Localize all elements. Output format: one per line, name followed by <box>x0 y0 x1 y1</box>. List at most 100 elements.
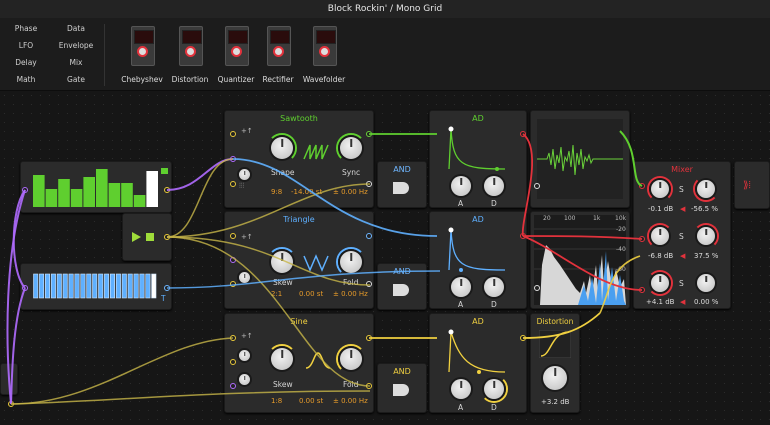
mixer-pan-knob-2[interactable] <box>697 227 715 245</box>
trigger-step[interactable] <box>92 273 98 299</box>
step-bar[interactable] <box>146 171 158 207</box>
mixer-pan-value-2[interactable]: 37.5 % <box>694 252 718 260</box>
fm-knob[interactable] <box>239 350 250 361</box>
port[interactable] <box>230 131 236 137</box>
attack-knob[interactable] <box>451 277 471 297</box>
mixer-solo-3[interactable]: S <box>679 279 684 288</box>
step-bar[interactable] <box>33 175 45 207</box>
attack-knob[interactable] <box>451 379 471 399</box>
skew-knob[interactable] <box>271 348 293 370</box>
port[interactable] <box>639 183 645 189</box>
mixer-gain-knob-2[interactable] <box>651 227 669 245</box>
mixer-pan-knob-3[interactable] <box>697 274 715 292</box>
sawtooth-ratio[interactable]: 9:8 <box>271 188 282 196</box>
step-bar[interactable] <box>83 177 95 207</box>
category-phase[interactable]: Phase <box>2 24 50 33</box>
category-lfo[interactable]: LFO <box>2 41 50 50</box>
step-bar[interactable] <box>108 183 121 207</box>
mixer-solo-2[interactable]: S <box>679 232 684 241</box>
mixer-gain-knob-1[interactable] <box>651 180 669 198</box>
port[interactable] <box>230 383 236 389</box>
distortion-module[interactable]: Distortion +3.2 dB <box>530 313 580 413</box>
mixer-gain-value-1[interactable]: -0.1 dB <box>648 205 673 213</box>
trigger-step[interactable] <box>98 273 104 299</box>
speaker-icon[interactable]: ◀ <box>680 205 685 213</box>
input-module[interactable] <box>0 363 18 395</box>
mixer-pan-value-3[interactable]: 0.00 % <box>694 298 718 306</box>
decay-knob[interactable] <box>484 277 504 297</box>
step-bar[interactable] <box>121 183 133 207</box>
step-bar[interactable] <box>58 179 70 207</box>
and-gate-3[interactable]: AND <box>377 363 427 413</box>
port[interactable] <box>230 281 236 287</box>
decay-knob[interactable] <box>484 176 504 196</box>
category-gate[interactable]: Gate <box>52 75 100 84</box>
trigger-step[interactable] <box>121 273 127 299</box>
port[interactable] <box>22 285 28 291</box>
trigger-sequencer[interactable]: T <box>20 263 172 310</box>
trigger-step[interactable] <box>104 273 110 299</box>
triangle-freq[interactable]: ± 0.00 Hz <box>333 290 368 298</box>
mixer-pan-value-1[interactable]: -56.5 % <box>691 205 718 213</box>
port[interactable] <box>534 285 540 291</box>
step-bar[interactable] <box>70 189 83 207</box>
decay-knob[interactable] <box>484 379 504 399</box>
port[interactable] <box>230 181 236 187</box>
trigger-step[interactable] <box>139 273 145 299</box>
triangle-oscillator[interactable]: Triangle Skew Fold +↑ 2:1 0.00 st ± 0.00… <box>224 211 374 309</box>
and-gate-2[interactable]: AND <box>377 263 427 310</box>
fm-knob-2[interactable] <box>239 374 250 385</box>
trigger-step[interactable] <box>39 273 45 299</box>
distortion-drive-knob[interactable] <box>543 366 567 390</box>
sine-oscillator[interactable]: Sine Skew Fold +↑ 1:8 0.00 st ± 0.00 Hz <box>224 313 374 413</box>
trigger-step[interactable] <box>145 273 151 299</box>
audio-output[interactable]: ⟫⦙ <box>734 161 770 209</box>
module-card-rectifier[interactable] <box>267 26 291 66</box>
category-math[interactable]: Math <box>2 75 50 84</box>
port[interactable] <box>366 181 372 187</box>
mixer-gain-value-2[interactable]: -6.8 dB <box>648 252 673 260</box>
port[interactable] <box>164 285 170 291</box>
trigger-step[interactable] <box>86 273 92 299</box>
trigger-step[interactable] <box>45 273 51 299</box>
speaker-icon[interactable]: ◀ <box>680 252 685 260</box>
port[interactable] <box>639 236 645 242</box>
triangle-pitch[interactable]: 0.00 st <box>299 290 323 298</box>
and-gate-1[interactable]: AND <box>377 161 427 208</box>
port[interactable] <box>230 359 236 365</box>
fold-knob[interactable] <box>340 348 362 370</box>
sync-knob[interactable] <box>340 137 362 159</box>
trigger-steps[interactable] <box>33 273 157 299</box>
port[interactable] <box>366 383 372 389</box>
step-sequencer-bars[interactable] <box>33 165 159 209</box>
trigger-step[interactable] <box>33 273 39 299</box>
trigger-step[interactable] <box>56 273 62 299</box>
port[interactable] <box>22 187 28 193</box>
step-sequencer[interactable] <box>20 161 172 213</box>
play-icon[interactable] <box>132 232 141 242</box>
port[interactable] <box>230 335 236 341</box>
category-delay[interactable]: Delay <box>2 58 50 67</box>
speaker-icon[interactable]: ◀ <box>680 298 685 306</box>
port[interactable] <box>366 233 372 239</box>
port[interactable] <box>366 131 372 137</box>
trigger-step[interactable] <box>133 273 139 299</box>
port[interactable] <box>639 287 645 293</box>
triangle-ratio[interactable]: 2:1 <box>271 290 282 298</box>
category-data[interactable]: Data <box>52 24 100 33</box>
port[interactable] <box>230 233 236 239</box>
port[interactable] <box>366 281 372 287</box>
ad-envelope-2[interactable]: AD A D <box>429 211 527 309</box>
fm-knob[interactable] <box>239 169 250 180</box>
sawtooth-oscillator[interactable]: Sawtooth Shape Sync +↑ ⫶⫶⫶ 9:8 -14.00 st… <box>224 110 374 208</box>
port[interactable] <box>164 187 170 193</box>
sine-pitch[interactable]: 0.00 st <box>299 397 323 405</box>
trigger-step[interactable] <box>80 273 86 299</box>
spectrum-analyzer[interactable]: 20 100 1k 10k -20 -40 -60 <box>530 211 630 309</box>
mixer-solo-1[interactable]: S <box>679 185 684 194</box>
trigger-step[interactable] <box>110 273 116 299</box>
sawtooth-pitch[interactable]: -14.00 st <box>291 188 322 196</box>
attack-knob[interactable] <box>451 176 471 196</box>
module-card-wavefolder[interactable] <box>313 26 337 66</box>
port[interactable] <box>230 156 236 162</box>
